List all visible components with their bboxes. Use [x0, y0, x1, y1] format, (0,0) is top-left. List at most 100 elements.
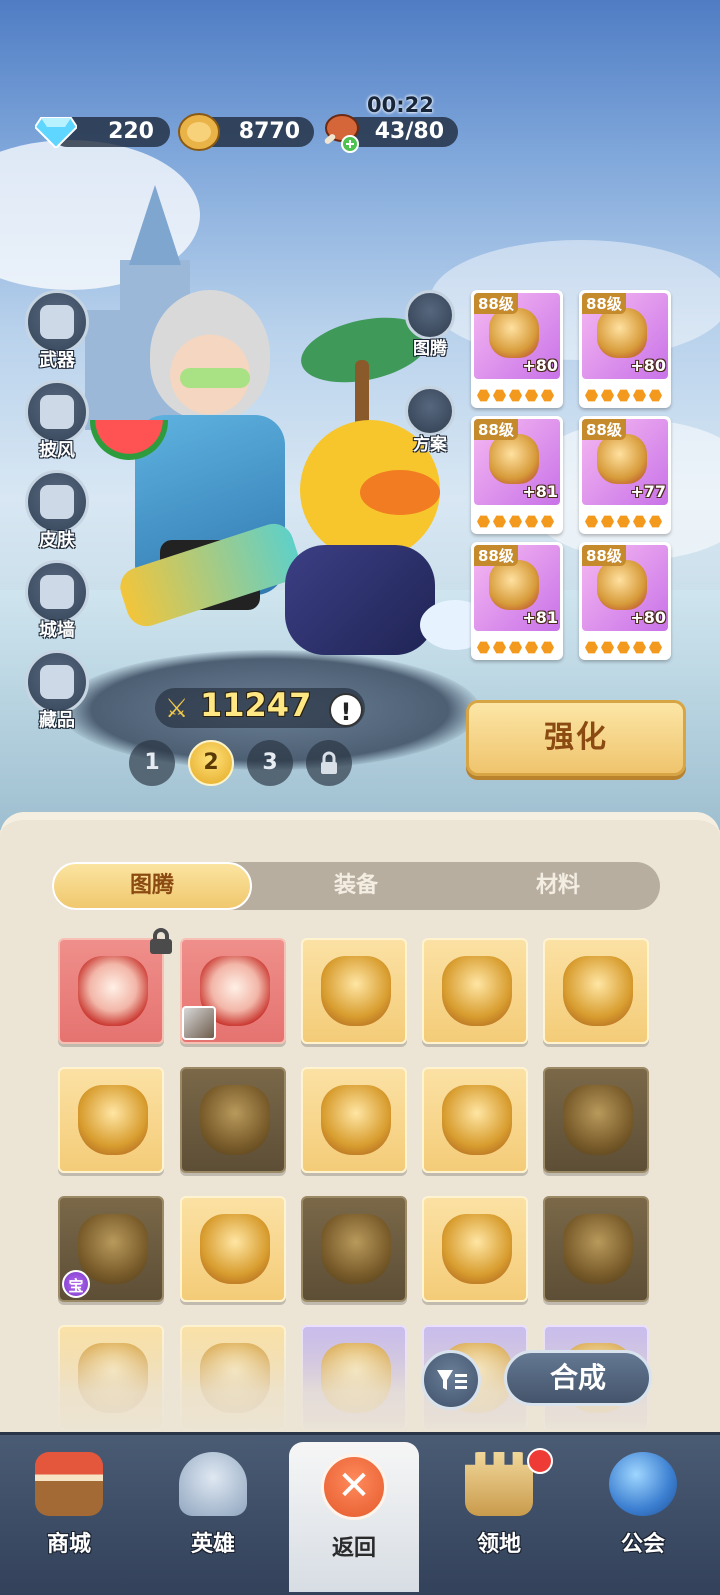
- side-btn-weapon-label: 武器: [39, 350, 75, 371]
- skin-icon: [25, 470, 89, 534]
- totem-item[interactable]: [543, 1196, 649, 1302]
- preset-button[interactable]: 方案: [402, 386, 458, 455]
- totem-item[interactable]: [301, 938, 407, 1044]
- equip-stars: [477, 389, 554, 402]
- equip-slot[interactable]: 88级 +81: [471, 416, 563, 534]
- totem-icon: [405, 290, 455, 340]
- equip-bonus: +81: [522, 482, 558, 501]
- totem-item[interactable]: [543, 1067, 649, 1173]
- stamina-timer: 00:22: [367, 93, 434, 117]
- equip-level: 88级: [582, 419, 626, 440]
- equip-bonus: +77: [630, 482, 666, 501]
- close-icon: ✕: [321, 1454, 387, 1520]
- totem-item[interactable]: [180, 1067, 286, 1173]
- phoenix-mask-icon: [321, 1085, 391, 1155]
- hero-head: [150, 290, 270, 420]
- totem-item[interactable]: [301, 1067, 407, 1173]
- tab-materials[interactable]: 材料: [458, 862, 658, 910]
- power-alert-button[interactable]: !: [329, 693, 363, 727]
- diamond-icon: [35, 112, 77, 150]
- side-btn-skin-label: 皮肤: [39, 530, 75, 551]
- side-btn-wall-label: 城墙: [39, 620, 75, 641]
- tab-totem[interactable]: 图腾: [52, 862, 252, 910]
- pet-mount: [285, 545, 435, 655]
- ring-icon: [597, 308, 647, 358]
- totem-item[interactable]: [422, 938, 528, 1044]
- collection-icon: [25, 650, 89, 714]
- nav-return[interactable]: ✕ 返回: [289, 1442, 419, 1592]
- totem-button[interactable]: 图腾: [402, 290, 458, 359]
- beetle-mask-icon: [321, 1214, 391, 1284]
- cape-icon: [25, 380, 89, 444]
- nav-guild-label: 公会: [620, 1532, 665, 1557]
- notification-badge: [527, 1448, 553, 1474]
- owl-mask-icon: [200, 1214, 270, 1284]
- lion-mask-icon: [442, 956, 512, 1026]
- preset-button-label: 方案: [413, 435, 447, 455]
- side-btn-wall[interactable]: 城墙: [22, 560, 92, 642]
- side-btn-collection[interactable]: 藏品: [22, 650, 92, 732]
- totem-button-label: 图腾: [413, 339, 447, 359]
- castle-icon: [465, 1452, 533, 1516]
- totem-item[interactable]: [543, 938, 649, 1044]
- totem-item[interactable]: [58, 1067, 164, 1173]
- totem-item[interactable]: [422, 1067, 528, 1173]
- treasure-badge: 宝: [62, 1270, 90, 1298]
- synthesize-button[interactable]: 合成: [504, 1350, 652, 1406]
- equip-stars: [477, 641, 554, 654]
- equipped-hero-avatar: [182, 1006, 216, 1040]
- stamina-value: 43/80: [374, 119, 444, 144]
- side-btn-cape[interactable]: 披风: [22, 380, 92, 462]
- equip-slot[interactable]: 88级 +80: [579, 542, 671, 660]
- equip-slot[interactable]: 88级 +80: [579, 290, 671, 408]
- equip-slot[interactable]: 88级 +81: [471, 542, 563, 660]
- nav-guild[interactable]: 公会: [578, 1448, 708, 1558]
- lion-mask-icon: [563, 956, 633, 1026]
- equip-stars: [585, 389, 662, 402]
- diamond-value: 220: [108, 119, 154, 144]
- totem-item[interactable]: [180, 1196, 286, 1302]
- phoenix-mask-icon: [563, 1085, 633, 1155]
- side-btn-cape-label: 披风: [39, 440, 75, 461]
- castle-tower-roof: [129, 185, 181, 265]
- shop-icon: [35, 1452, 103, 1516]
- equip-bonus: +80: [630, 608, 666, 627]
- side-btn-collection-label: 藏品: [39, 710, 75, 731]
- side-btn-skin[interactable]: 皮肤: [22, 470, 92, 552]
- equip-level: 88级: [582, 545, 626, 566]
- totem-item[interactable]: [58, 938, 164, 1044]
- equip-level: 88级: [474, 293, 518, 314]
- totem-item[interactable]: [301, 1196, 407, 1302]
- ram-skull-mask-icon: [78, 956, 148, 1026]
- lock-icon: [150, 928, 172, 954]
- equip-bonus: +81: [522, 608, 558, 627]
- sword-icon: ⚔: [165, 694, 189, 724]
- beetle-mask-icon: [442, 1214, 512, 1284]
- planet-icon: [609, 1452, 677, 1516]
- power-value: 11247: [200, 686, 312, 724]
- weapon-icon: [25, 290, 89, 354]
- owl-mask-icon: [78, 1214, 148, 1284]
- totem-item[interactable]: [422, 1196, 528, 1302]
- lion-mask-icon: [321, 956, 391, 1026]
- nav-shop-label: 商城: [46, 1532, 91, 1557]
- nav-hero[interactable]: 英雄: [148, 1448, 278, 1558]
- wall-icon: [25, 560, 89, 624]
- boots-icon: [489, 560, 539, 610]
- strengthen-button[interactable]: 强化: [466, 700, 686, 776]
- equip-slot[interactable]: 88级 +80: [471, 290, 563, 408]
- page-tab-3[interactable]: 3: [247, 740, 293, 786]
- page-tab-locked[interactable]: [306, 740, 352, 786]
- side-btn-weapon[interactable]: 武器: [22, 290, 92, 372]
- equip-bonus: +80: [522, 356, 558, 375]
- filter-icon: [437, 1370, 467, 1390]
- lock-icon: [321, 751, 337, 774]
- tab-equipment[interactable]: 装备: [256, 862, 456, 910]
- page-tab-1[interactable]: 1: [129, 740, 175, 786]
- filter-button[interactable]: [421, 1350, 481, 1410]
- hero-sunglasses: [180, 368, 250, 388]
- equip-slot[interactable]: 88级 +77: [579, 416, 671, 534]
- nav-shop[interactable]: 商城: [4, 1448, 134, 1558]
- nav-territory-label: 领地: [476, 1532, 521, 1557]
- page-tab-2[interactable]: 2: [188, 740, 234, 786]
